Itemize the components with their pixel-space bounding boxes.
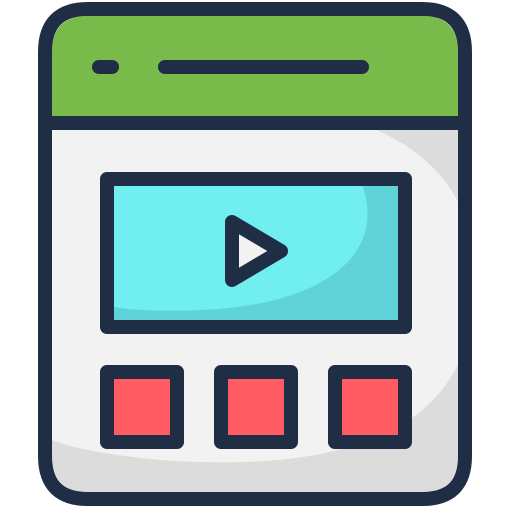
video-webpage-icon <box>0 0 512 512</box>
video-player <box>100 172 412 334</box>
video-thumbnail[interactable] <box>214 365 298 449</box>
video-thumbnail[interactable] <box>328 365 412 449</box>
video-thumbnail[interactable] <box>100 365 184 449</box>
video-webpage-illustration <box>38 2 472 506</box>
thumbnail-row <box>100 365 412 449</box>
